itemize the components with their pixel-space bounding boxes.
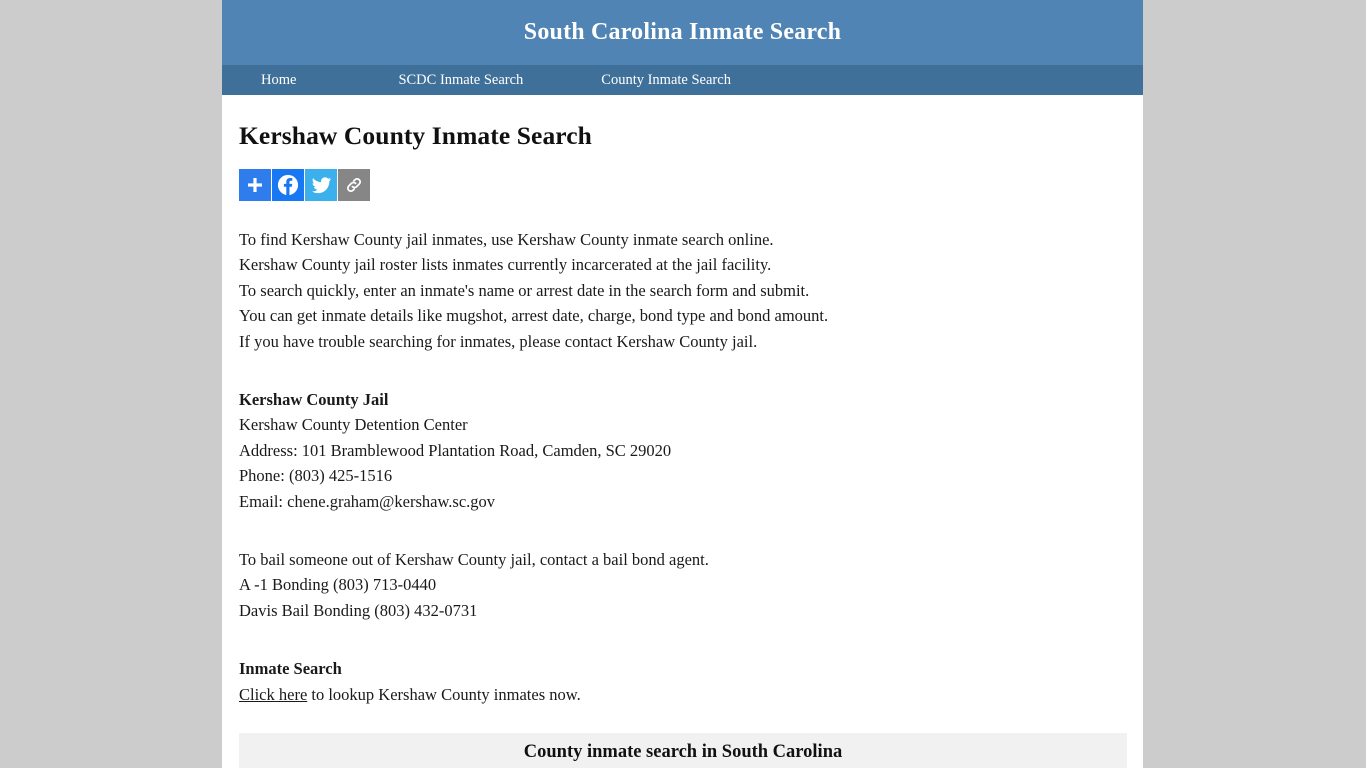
inmate-search-block: Inmate Search Click here to lookup Kersh… (239, 656, 1099, 707)
intro-paragraph: To find Kershaw County jail inmates, use… (239, 227, 1099, 354)
click-here-link[interactable]: Click here (239, 685, 307, 704)
page-background: South Carolina Inmate Search Home SCDC I… (0, 0, 1366, 768)
inmate-search-heading: Inmate Search (239, 659, 342, 679)
bail-intro: To bail someone out of Kershaw County ja… (239, 550, 709, 570)
share-twitter-button[interactable] (305, 169, 337, 201)
share-facebook-button[interactable] (272, 169, 304, 201)
share-addthis-button[interactable] (239, 169, 271, 201)
jail-heading: Kershaw County Jail (239, 390, 389, 410)
main-navigation: Home SCDC Inmate Search County Inmate Se… (222, 65, 1143, 95)
intro-line-3: To search quickly, enter an inmate's nam… (239, 280, 810, 300)
share-copy-link-button[interactable] (338, 169, 370, 201)
jail-contact-block: Kershaw County Jail Kershaw County Deten… (239, 387, 1099, 514)
twitter-bird-icon (311, 175, 332, 196)
page-container: South Carolina Inmate Search Home SCDC I… (222, 0, 1143, 768)
jail-address: Address: 101 Bramblewood Plantation Road… (239, 440, 672, 460)
intro-line-5: If you have trouble searching for inmate… (239, 331, 758, 351)
jail-facility-name: Kershaw County Detention Center (239, 415, 468, 435)
intro-line-4: You can get inmate details like mugshot,… (239, 306, 829, 326)
site-header: South Carolina Inmate Search (222, 0, 1143, 65)
page-title: Kershaw County Inmate Search (239, 121, 592, 150)
share-buttons (239, 169, 1143, 201)
intro-line-1: To find Kershaw County jail inmates, use… (239, 230, 774, 249)
bail-agent-2: Davis Bail Bonding (803) 432-0731 (239, 600, 478, 620)
plus-icon (245, 175, 265, 195)
jail-phone: Phone: (803) 425-1516 (239, 466, 393, 486)
nav-item-scdc-inmate-search[interactable]: SCDC Inmate Search (398, 72, 523, 89)
county-section-header: County inmate search in South Carolina (239, 733, 1127, 768)
intro-line-2: Kershaw County jail roster lists inmates… (239, 255, 772, 275)
nav-item-county-inmate-search[interactable]: County Inmate Search (601, 72, 731, 89)
main-content: Kershaw County Inmate Search To find Ker… (222, 95, 1143, 768)
bail-bond-block: To bail someone out of Kershaw County ja… (239, 547, 1099, 623)
link-chain-icon (344, 175, 364, 195)
site-title: South Carolina Inmate Search (523, 19, 842, 45)
nav-item-home[interactable]: Home (261, 72, 296, 89)
jail-email: Email: chene.graham@kershaw.sc.gov (239, 491, 496, 511)
bail-agent-1: A -1 Bonding (803) 713-0440 (239, 575, 437, 595)
inmate-search-cta: Click here to lookup Kershaw County inma… (239, 682, 1099, 707)
inmate-search-cta-text: to lookup Kershaw County inmates now. (307, 684, 581, 704)
county-search-section: County inmate search in South Carolina A… (239, 733, 1127, 768)
facebook-icon (277, 174, 299, 196)
